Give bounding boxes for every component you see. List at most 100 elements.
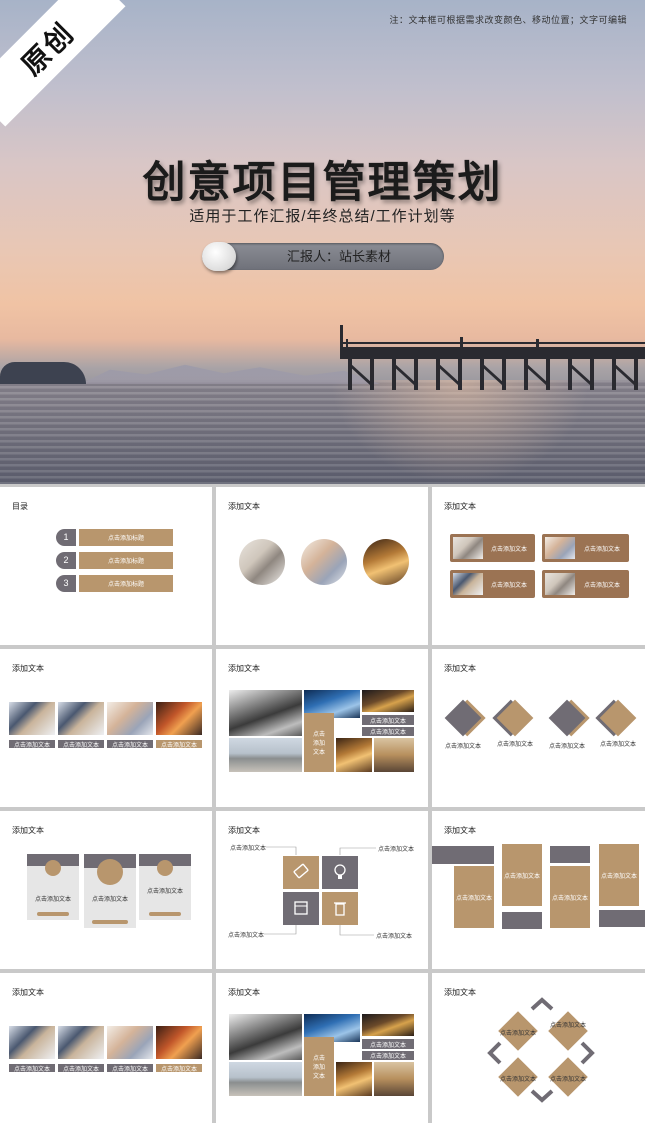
strip-photo — [107, 1026, 153, 1059]
slide-circles[interactable]: 添加文本 — [216, 487, 428, 645]
slide-photo-tiles[interactable]: 添加文本 点击添加文本 点击添加文本 点击添加文本 点击添加文本 — [432, 487, 645, 645]
diamond-shape — [496, 699, 534, 737]
distant-mountains — [80, 364, 380, 384]
reporter-label: 汇报人：站长素材 — [286, 249, 391, 264]
slide-title: 添加文本 — [12, 988, 44, 997]
strip-label: 点击添加文本 — [58, 740, 104, 749]
cover-slide[interactable]: 原创 注：文本框可根据需求改变颜色、移动位置；文字可编辑 创意项目管理策划 适用… — [0, 0, 645, 484]
toc-number: 3 — [56, 575, 76, 592]
tile-photo — [545, 537, 575, 559]
slide-cards[interactable]: 添加文本 点击添加文本 点击添加文本 点击添加文本 — [0, 811, 212, 969]
tile-photo — [453, 537, 483, 559]
collage-label: 点击添加文本 — [362, 715, 414, 725]
slide-cycle[interactable]: 添加文本 点击添加文本 点击添加文本 点击添加文本 点击添加文本 — [432, 973, 645, 1123]
toc-label: 点击添加标题 — [79, 575, 173, 592]
photo-tile[interactable]: 点击添加文本 — [450, 570, 535, 598]
reporter-pill[interactable]: 汇报人：站长素材 — [202, 242, 444, 271]
slide-toc[interactable]: 目录 1 点击添加标题 2 点击添加标题 3 点击添加标题 — [0, 487, 212, 645]
eraser-icon[interactable] — [283, 856, 319, 889]
tile-label: 点击添加文本 — [583, 582, 620, 589]
slide-photo-strip[interactable]: 添加文本 点击添加文本 点击添加文本 点击添加文本 点击添加文本 — [0, 649, 212, 807]
strip-label: 点击添加文本 — [9, 1064, 55, 1073]
calendar-icon[interactable] — [283, 892, 319, 925]
callout-lines — [264, 846, 376, 936]
toc-number: 1 — [56, 529, 76, 546]
photo-tile[interactable]: 点击添加文本 — [542, 570, 629, 598]
strip-photo — [58, 1026, 104, 1059]
collage-photo — [362, 690, 414, 712]
tile-label: 点击添加文本 — [490, 582, 527, 589]
ribbon-label: 原创 — [15, 16, 81, 82]
collage-photo — [374, 1062, 414, 1096]
diamond-label: 点击添加文本 — [444, 744, 481, 750]
tile-label: 点击添加文本 — [583, 546, 620, 553]
collage-photo — [229, 1062, 302, 1096]
block-gray — [432, 846, 494, 864]
cycle-label: 点击添加文本 — [549, 1023, 586, 1029]
block-text[interactable]: 点击添加文本 — [550, 866, 590, 928]
collage-photo — [229, 690, 302, 736]
slide-title: 目录 — [12, 502, 28, 511]
block-gray — [550, 846, 590, 863]
collage-photo — [374, 738, 414, 772]
slide-blocks[interactable]: 添加文本 点击添加文本 点击添加文本 点击添加文本 点击添加文本 — [432, 811, 645, 969]
editing-note: 注：文本框可根据需求改变颜色、移动位置；文字可编辑 — [389, 15, 627, 25]
strip-label: 点击添加文本 — [9, 740, 55, 749]
diamond-shape — [599, 699, 637, 737]
slide-title: 添加文本 — [228, 664, 260, 673]
cover-subtitle[interactable]: 适用于工作汇报/年终总结/工作计划等 — [0, 205, 645, 226]
cycle-label: 点击添加文本 — [549, 1077, 586, 1083]
collage-center-text[interactable]: 点击 添加 文本 — [304, 713, 334, 772]
strip-label: 点击添加文本 — [107, 740, 153, 749]
card-label: 点击添加文本 — [146, 889, 183, 895]
collage-photo — [362, 1014, 414, 1036]
block-text[interactable]: 点击添加文本 — [599, 844, 639, 906]
slide-title: 添加文本 — [12, 664, 44, 673]
slide-title: 添加文本 — [444, 502, 476, 511]
slide-title: 添加文本 — [228, 502, 260, 511]
toc-label: 点击添加标题 — [79, 552, 173, 569]
strip-label: 点击添加文本 — [58, 1064, 104, 1073]
card[interactable]: 点击添加文本 — [139, 854, 191, 920]
strip-photo — [9, 1026, 55, 1059]
collage-center-text[interactable]: 点击 添加 文本 — [304, 1037, 334, 1096]
slide-title: 添加文本 — [444, 664, 476, 673]
cycle-label: 点击添加文本 — [499, 1077, 536, 1083]
card-badge — [45, 860, 61, 876]
trash-icon[interactable] — [322, 892, 358, 925]
slide-collage[interactable]: 添加文本 点击 添加 文本 点击添加文本 点击添加文本 — [216, 973, 428, 1123]
slide-title: 添加文本 — [444, 826, 476, 835]
pier-silhouette — [340, 325, 645, 390]
collage-label: 点击添加文本 — [362, 1039, 414, 1049]
photo-tile[interactable]: 点击添加文本 — [542, 534, 629, 562]
card[interactable]: 点击添加文本 — [27, 854, 79, 920]
strip-photo — [156, 1026, 202, 1059]
block-gray — [502, 912, 542, 929]
original-ribbon: 原创 — [0, 0, 126, 127]
slide-diamonds[interactable]: 添加文本 点击添加文本 点击添加文本 点击添加文本 点击添加文本 — [432, 649, 645, 807]
lightbulb-icon[interactable] — [322, 856, 358, 889]
slide-collage[interactable]: 添加文本 点击 添加 文本 点击添加文本 点击添加文本 — [216, 649, 428, 807]
strip-photo — [156, 702, 202, 735]
block-text[interactable]: 点击添加文本 — [454, 866, 494, 928]
card[interactable]: 点击添加文本 — [84, 854, 136, 928]
card-badge — [97, 859, 123, 885]
pill-knob — [202, 242, 236, 271]
collage-photo — [229, 1014, 302, 1060]
strip-photo — [9, 702, 55, 735]
block-text[interactable]: 点击添加文本 — [502, 844, 542, 906]
card-badge — [157, 860, 173, 876]
diamond-shape — [548, 699, 586, 737]
cover-title[interactable]: 创意项目管理策划 — [0, 148, 645, 210]
slide-photo-strip[interactable]: 添加文本 点击添加文本 点击添加文本 点击添加文本 点击添加文本 — [0, 973, 212, 1123]
circle-photo — [301, 539, 347, 585]
slide-title: 添加文本 — [12, 826, 44, 835]
strip-label: 点击添加文本 — [107, 1064, 153, 1073]
slide-icon-grid[interactable]: 添加文本 点击添加文本 点击添加文本 点击添加文本 点击添加文本 — [216, 811, 428, 969]
photo-tile[interactable]: 点击添加文本 — [450, 534, 535, 562]
diamond-label: 点击添加文本 — [599, 742, 636, 748]
strip-photo — [58, 702, 104, 735]
circle-photo — [239, 539, 285, 585]
card-label: 点击添加文本 — [34, 897, 71, 903]
island-silhouette — [0, 362, 86, 384]
